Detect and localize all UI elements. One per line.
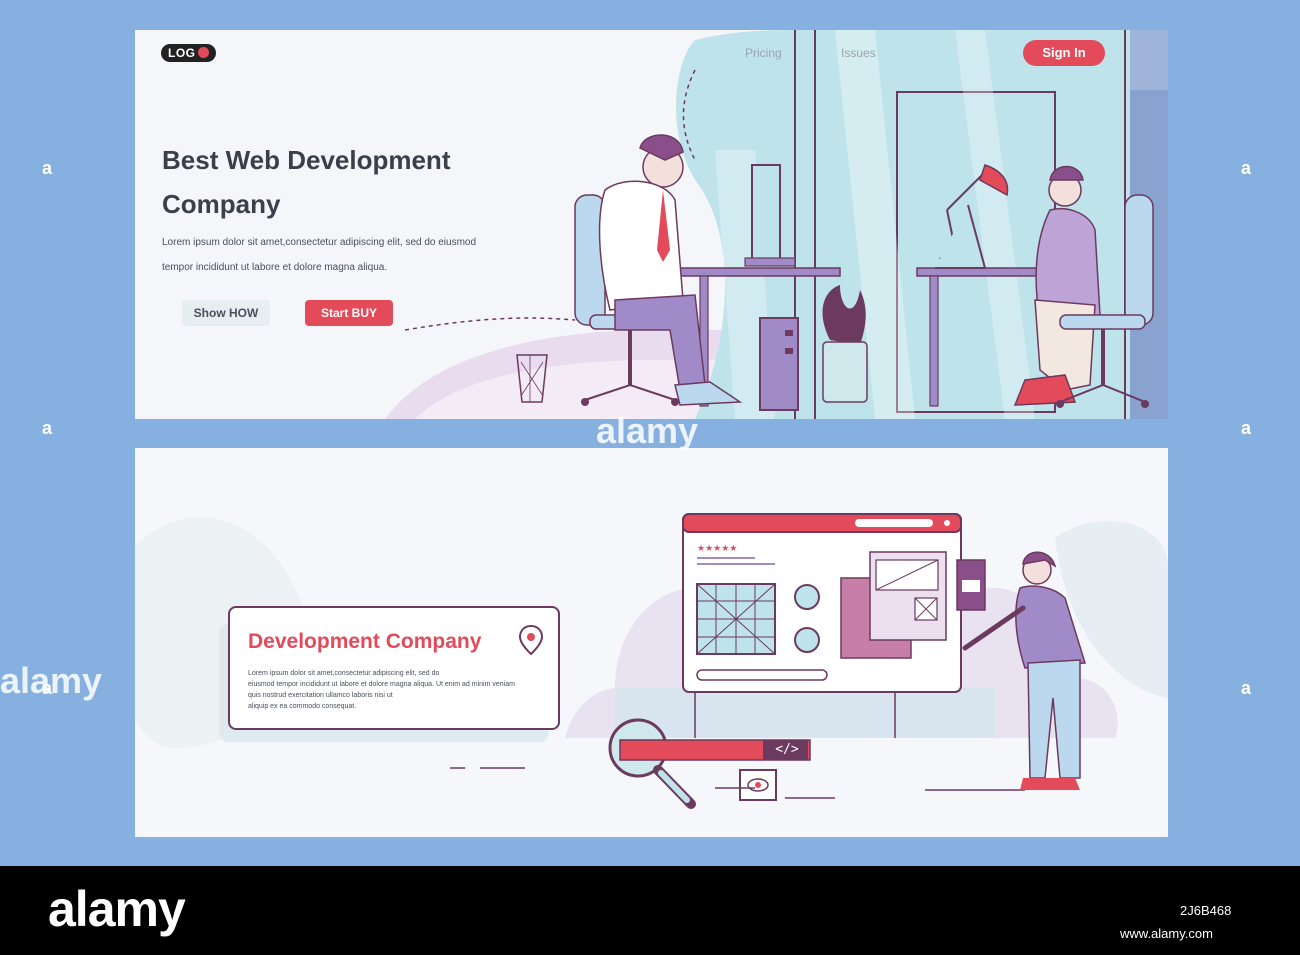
alamy-logo: alamy	[48, 881, 186, 937]
title-line-2: Company	[162, 189, 281, 219]
card-text-line: eiusmod tempor incididunt ut labore et d…	[248, 681, 515, 688]
watermark-side-letter: a	[42, 158, 53, 178]
watermark-side-letter: a	[42, 678, 53, 698]
watermark-side-letter: a	[1241, 418, 1252, 438]
svg-text:★★★★★: ★★★★★	[697, 544, 737, 554]
card-text-line: Lorem ipsum dolor sit amet,consectetur a…	[248, 670, 440, 677]
card-text-line: aliquip ex ea commodo consequat.	[248, 703, 357, 710]
card-title: Development Company	[248, 630, 482, 653]
show-how-button[interactable]: Show HOW	[182, 300, 270, 326]
watermark-side-letter: a	[1241, 158, 1252, 178]
nav-pricing[interactable]: Pricing	[745, 46, 782, 60]
logo[interactable]: LOG	[161, 44, 216, 62]
info-card: Development Company Lorem ipsum dolor si…	[228, 606, 560, 730]
stock-footer	[0, 866, 1300, 955]
code-tag: </>	[775, 742, 799, 757]
watermark-side-letter: a	[42, 418, 53, 438]
watermark-side-letter: a	[1241, 678, 1252, 698]
sign-in-button[interactable]: Sign In	[1023, 40, 1105, 66]
card-text: Lorem ipsum dolor sit amet,consectetur a…	[248, 668, 538, 712]
title-line-1: Best Web Development	[162, 145, 451, 175]
nav-issues[interactable]: Issues	[841, 46, 876, 60]
logo-text: LOG	[168, 46, 196, 60]
location-pin-icon	[518, 624, 544, 656]
lead-line-1: Lorem ipsum dolor sit amet,consectetur a…	[162, 237, 477, 248]
lead-line-2: tempor incididunt ut labore et dolore ma…	[162, 262, 388, 273]
card-text-line: quis nostrud exercitation ullamco labori…	[248, 692, 393, 699]
image-id: 2J6B468	[1180, 903, 1232, 918]
watermark-center: alamy	[596, 410, 699, 451]
lead-text: Lorem ipsum dolor sit amet,consectetur a…	[162, 230, 522, 280]
power-icon	[197, 47, 209, 58]
stock-url: www.alamy.com	[1120, 926, 1213, 941]
feature-panel: ★★★★★ Development Company Lorem ipsum do…	[135, 448, 1168, 837]
start-buy-button[interactable]: Start BUY	[305, 300, 393, 326]
hero-panel: LOG Pricing Issues Sign In Best Web Deve…	[135, 30, 1168, 419]
page-title: Best Web Development Company	[162, 138, 542, 226]
